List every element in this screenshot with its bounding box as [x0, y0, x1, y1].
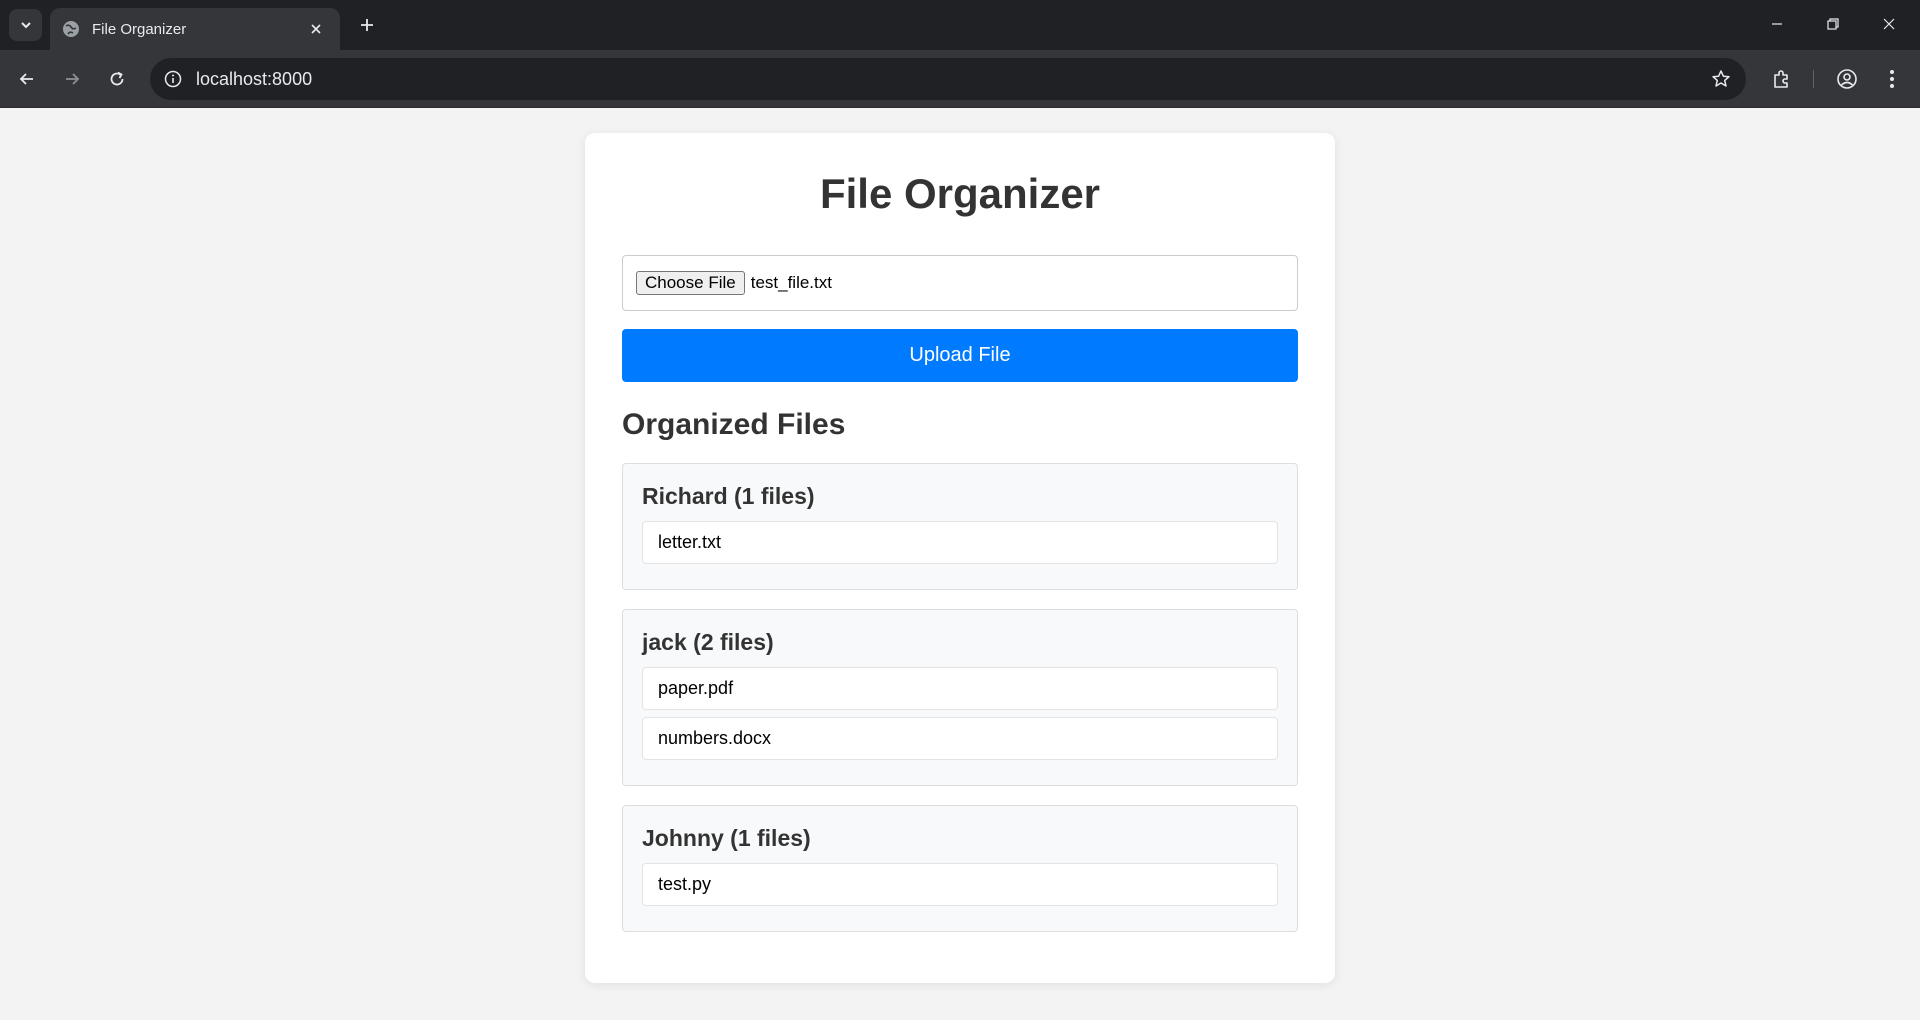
globe-icon — [62, 20, 80, 38]
new-tab-button[interactable] — [352, 10, 382, 40]
tab-title: File Organizer — [92, 20, 187, 38]
group-title: jack (2 files) — [642, 629, 774, 655]
arrow-right-icon — [66, 73, 80, 85]
reload-button[interactable] — [101, 63, 133, 95]
arrow-left-icon — [19, 73, 33, 85]
account-icon — [1837, 69, 1857, 89]
browser-tab[interactable]: File Organizer — [50, 8, 340, 50]
restore-icon — [1827, 18, 1839, 30]
extensions-button[interactable] — [1766, 63, 1798, 95]
section-title: Organized Files — [622, 408, 846, 441]
back-button[interactable] — [11, 63, 43, 95]
file-group-jack: jack (2 files) paper.pdf numbers.docx — [622, 609, 1298, 786]
file-item[interactable]: test.py — [642, 863, 1278, 906]
group-title: Richard (1 files) — [642, 483, 815, 509]
file-item[interactable]: numbers.docx — [642, 717, 1278, 760]
chevron-down-icon — [20, 22, 31, 29]
toolbar-divider — [1813, 70, 1814, 88]
file-group-richard: Richard (1 files) letter.txt — [622, 463, 1298, 590]
bookmark-star-icon[interactable] — [1704, 62, 1738, 96]
page-title: File Organizer — [819, 170, 1101, 217]
choose-file-button[interactable]: Choose File — [636, 271, 745, 295]
browser-menu-button[interactable] — [1876, 63, 1908, 95]
more-vertical-icon — [1890, 70, 1894, 88]
tab-search-button[interactable] — [9, 9, 42, 41]
file-item[interactable]: paper.pdf — [642, 667, 1278, 710]
restore-button[interactable] — [1810, 6, 1856, 42]
app-card: File Organizer Choose File test_file.txt… — [585, 133, 1335, 983]
file-item[interactable]: letter.txt — [642, 521, 1278, 564]
file-group-johnny: Johnny (1 files) test.py — [622, 805, 1298, 932]
forward-button[interactable] — [56, 63, 88, 95]
browser-toolbar: localhost:8000 — [0, 50, 1920, 108]
minimize-icon — [1772, 23, 1782, 25]
minimize-button[interactable] — [1754, 6, 1800, 42]
group-title: Johnny (1 files) — [642, 825, 811, 851]
close-window-button[interactable] — [1866, 6, 1912, 42]
reload-icon — [110, 71, 124, 86]
plus-icon — [361, 19, 373, 31]
file-input[interactable]: Choose File test_file.txt — [622, 255, 1298, 311]
selected-file-name: test_file.txt — [750, 273, 832, 292]
info-icon[interactable] — [162, 68, 184, 90]
close-tab-icon[interactable] — [304, 17, 328, 41]
puzzle-icon — [1774, 70, 1788, 88]
page-viewport: File Organizer Choose File test_file.txt… — [0, 108, 1920, 1020]
url-text[interactable]: localhost:8000 — [196, 69, 1704, 90]
address-bar[interactable]: localhost:8000 — [150, 58, 1746, 100]
browser-tab-strip: File Organizer — [0, 0, 1920, 50]
upload-file-button[interactable]: Upload File — [622, 329, 1298, 382]
close-icon — [1883, 18, 1895, 30]
profile-button[interactable] — [1831, 63, 1863, 95]
